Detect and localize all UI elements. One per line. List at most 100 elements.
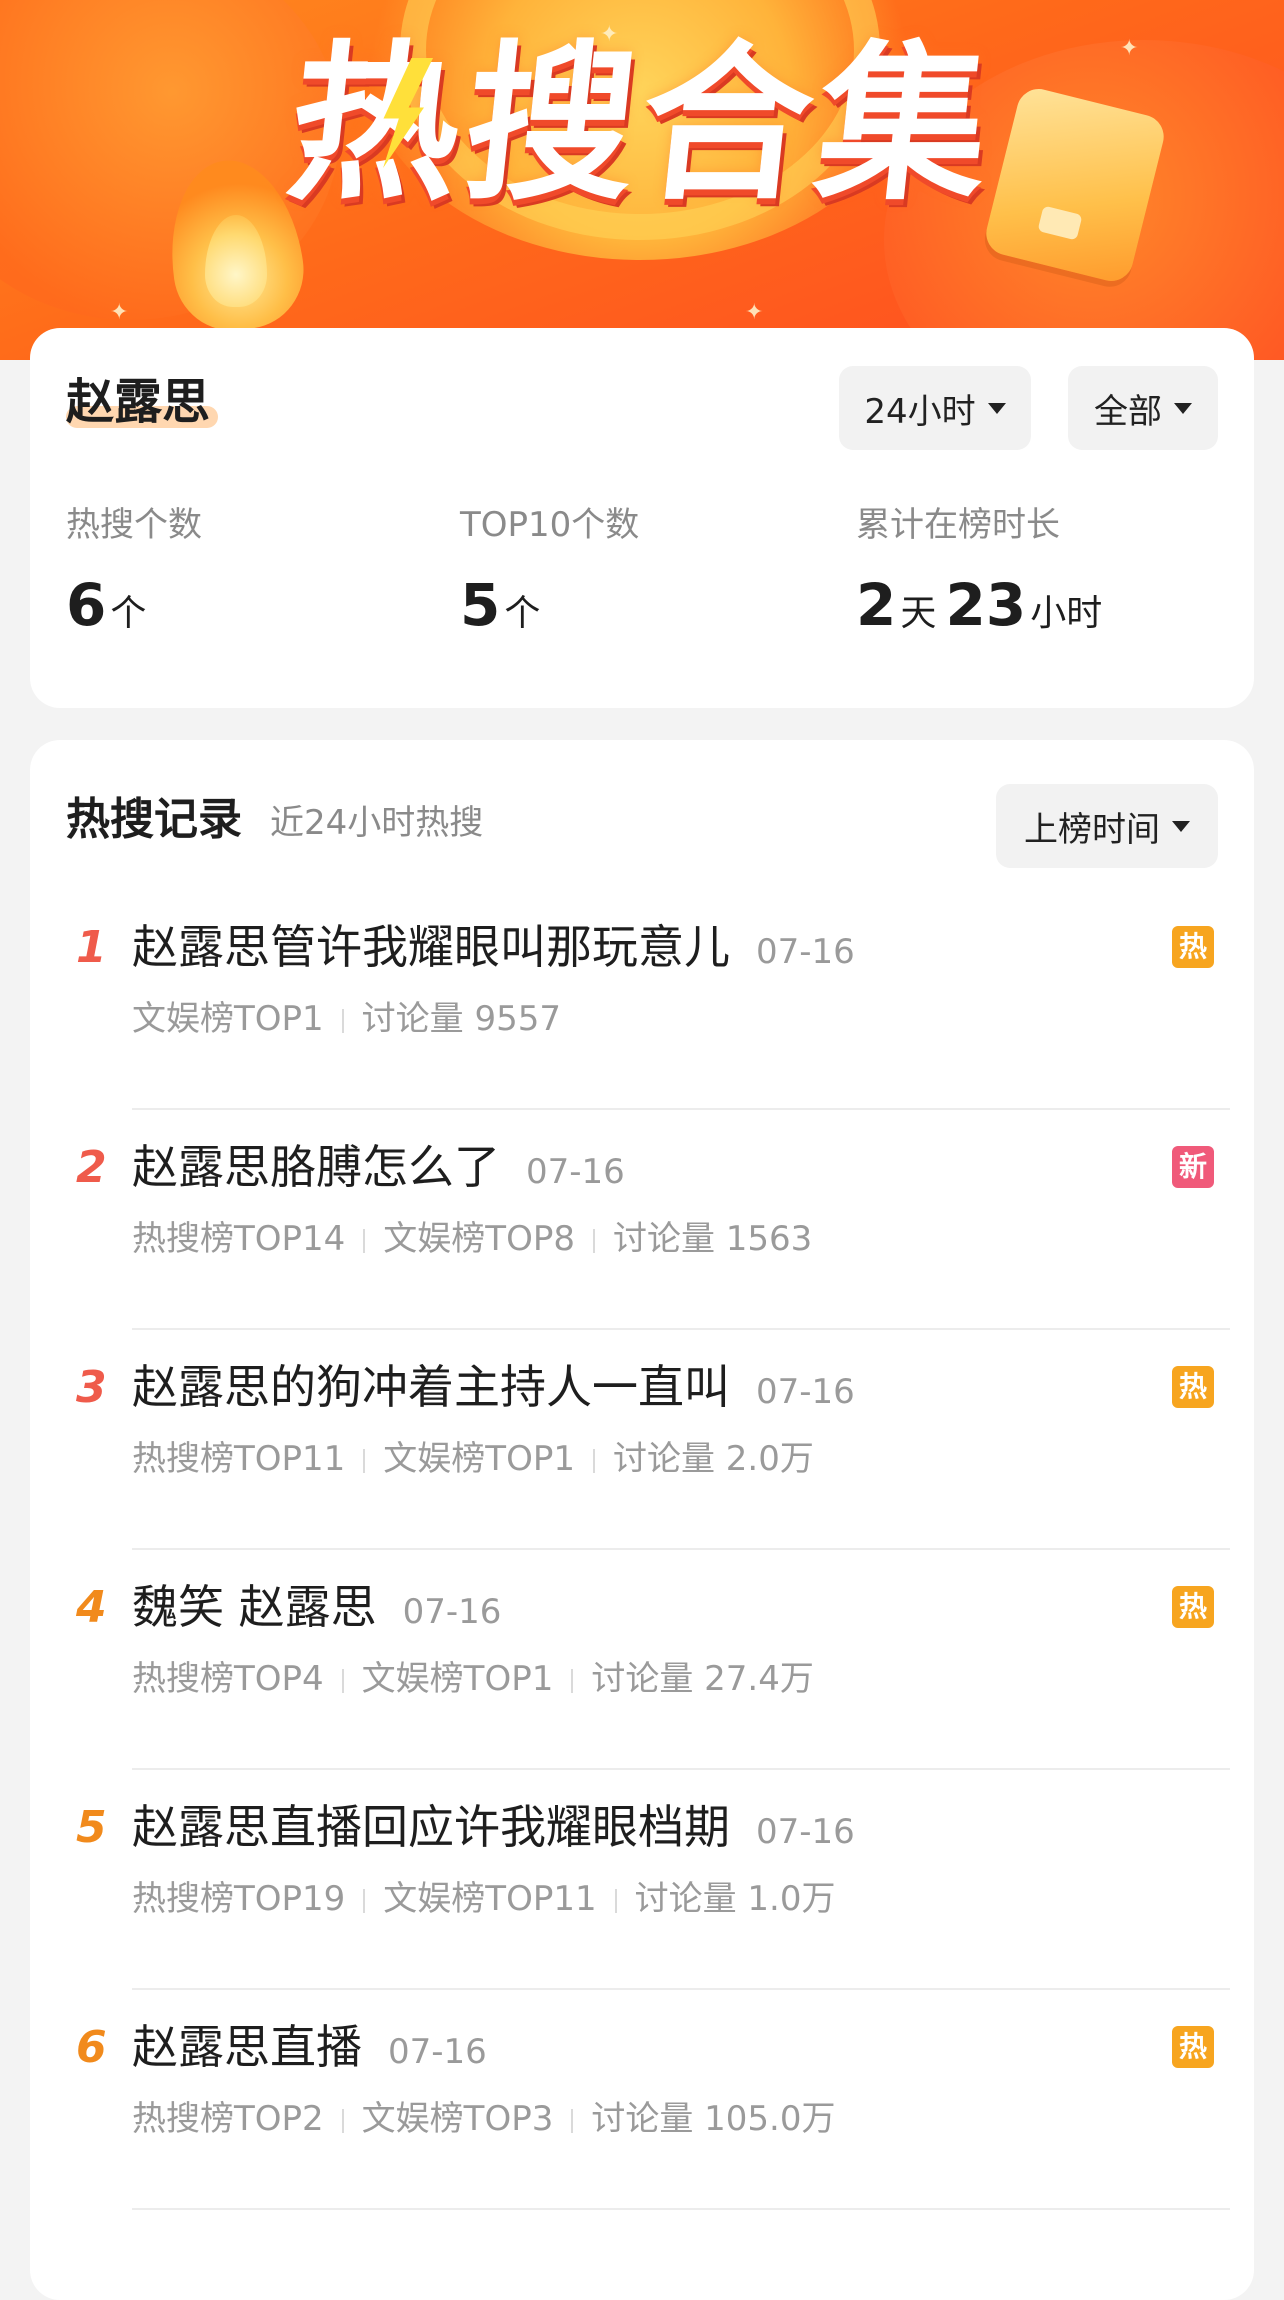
meta-entry: 讨论量 9557 [361,999,562,1039]
time-range-label: 24小时 [864,391,976,432]
hot-search-item[interactable]: 5 赵露思直播回应许我耀眼档期 07-16 热搜榜TOP19 文娱榜TOP11 讨论量 1… [30,1770,1254,1990]
records-title: 热搜记录 [66,794,242,845]
stat-hot-count: 热搜个数 6个 [66,508,202,634]
sparkle-icon: ✦ [110,300,129,325]
sort-label: 上榜时间 [1024,809,1160,850]
meta-separator [592,1228,595,1253]
hot-badge: 热 [1172,926,1214,968]
meta-entry: 讨论量 2.0万 [612,1439,814,1479]
topic-date: 07-16 [388,2032,487,2072]
hot-search-item[interactable]: 6 赵露思直播 07-16 热搜榜TOP2 文娱榜TOP3 讨论量 105.0万 热 [30,1990,1254,2210]
hot-search-item[interactable]: 1 赵露思管许我耀眼叫那玩意儿 07-16 文娱榜TOP1 讨论量 9557 热 [30,890,1254,1110]
stat-unit: 个 [504,593,541,634]
topic-line: 魏笑 赵露思 07-16 [132,1582,501,1633]
stat-label: 累计在榜时长 [856,505,1060,545]
meta-entry: 讨论量 27.4万 [591,1659,814,1699]
meta-separator [341,2108,344,2133]
meta-entry: 热搜榜TOP11 [132,1439,346,1479]
meta-separator [571,2108,574,2133]
stat-days-unit: 天 [900,593,937,634]
topic-meta: 热搜榜TOP11 文娱榜TOP1 讨论量 2.0万 [132,1442,814,1476]
topic-line: 赵露思管许我耀眼叫那玩意儿 07-16 [132,922,855,973]
hot-search-banner: ✦ ✦ ✦ ✦ 热搜合集 [0,0,1284,360]
summary-card: 赵露思 24小时 全部 热搜个数 6个 TOP10个数 5个 累计在榜时长 2天… [30,328,1254,708]
topic-line: 赵露思胳膊怎么了 07-16 [132,1142,625,1193]
meta-entry: 文娱榜TOP1 [383,1439,575,1479]
topic-title[interactable]: 赵露思的狗冲着主持人一直叫 [132,1360,730,1414]
meta-separator [571,1668,574,1693]
topic-title[interactable]: 魏笑 赵露思 [132,1580,377,1634]
meta-entry: 文娱榜TOP11 [383,1879,597,1919]
meta-entry: 文娱榜TOP3 [361,2099,554,2139]
meta-separator [363,1228,366,1253]
person-name: 赵露思 [66,374,211,430]
topic-title[interactable]: 赵露思管许我耀眼叫那玩意儿 [132,920,730,974]
stat-duration: 累计在榜时长 2天 23 小时 [856,508,1106,634]
item-divider [132,2208,1230,2210]
topic-date: 07-16 [756,932,855,972]
stat-hours-unit: 小时 [1030,593,1103,634]
stat-days: 2 [856,571,897,639]
topic-meta: 文娱榜TOP1 讨论量 9557 [132,1002,561,1036]
new-badge: 新 [1172,1146,1214,1188]
records-card: 热搜记录 近24小时热搜 上榜时间 1 赵露思管许我耀眼叫那玩意儿 07-16 文娱榜… [30,740,1254,2300]
meta-entry: 文娱榜TOP1 [132,999,324,1039]
hot-search-item[interactable]: 2 赵露思胳膊怎么了 07-16 热搜榜TOP14 文娱榜TOP8 讨论量 1563 新 [30,1110,1254,1330]
meta-separator [592,1448,595,1473]
records-subtitle: 近24小时热搜 [270,803,484,843]
rank-number: 4 [76,1582,107,1633]
hot-badge: 热 [1172,1366,1214,1408]
hot-badge: 热 [1172,2026,1214,2068]
topic-date: 07-16 [756,1372,855,1412]
topic-meta: 热搜榜TOP19 文娱榜TOP11 讨论量 1.0万 [132,1882,835,1916]
meta-separator [363,1888,366,1913]
caret-down-icon [1174,402,1192,414]
meta-separator [341,1008,344,1033]
topic-line: 赵露思直播 07-16 [132,2022,487,2073]
hot-search-item[interactable]: 3 赵露思的狗冲着主持人一直叫 07-16 热搜榜TOP11 文娱榜TOP1 讨论量 2.… [30,1330,1254,1550]
rank-number: 3 [76,1362,107,1413]
topic-title[interactable]: 赵露思胳膊怎么了 [132,1140,500,1194]
meta-entry: 热搜榜TOP4 [132,1659,324,1699]
stat-unit: 个 [110,593,147,634]
meta-entry: 讨论量 1563 [612,1219,813,1259]
stat-value: 5 [460,571,501,639]
stat-label: 热搜个数 [66,505,202,545]
hot-search-item[interactable]: 4 魏笑 赵露思 07-16 热搜榜TOP4 文娱榜TOP1 讨论量 27.4万 热 [30,1550,1254,1770]
caret-down-icon [1172,820,1190,832]
hot-badge: 热 [1172,1586,1214,1628]
banner-title: 热搜合集 [0,26,1284,224]
topic-line: 赵露思直播回应许我耀眼档期 07-16 [132,1802,855,1853]
meta-entry: 讨论量 105.0万 [591,2099,836,2139]
topic-title[interactable]: 赵露思直播回应许我耀眼档期 [132,1800,730,1854]
rank-number: 1 [76,922,107,973]
stat-label: TOP10个数 [460,505,640,545]
rank-number: 6 [76,2022,107,2073]
sort-dropdown[interactable]: 上榜时间 [996,784,1218,868]
meta-entry: 热搜榜TOP19 [132,1879,346,1919]
stat-value: 6 [66,571,107,639]
topic-meta: 热搜榜TOP4 文娱榜TOP1 讨论量 27.4万 [132,1662,814,1696]
topic-meta: 热搜榜TOP2 文娱榜TOP3 讨论量 105.0万 [132,2102,836,2136]
topic-date: 07-16 [402,1592,502,1632]
meta-separator [363,1448,366,1473]
scope-dropdown[interactable]: 全部 [1068,366,1218,450]
caret-down-icon [987,402,1006,414]
rank-number: 2 [76,1142,107,1193]
banner-title-text: 热搜合集 [279,26,1005,224]
topic-title[interactable]: 赵露思直播 [132,2020,362,2074]
meta-entry: 热搜榜TOP2 [132,2099,324,2139]
meta-separator [614,1888,617,1913]
stat-hours: 23 [945,571,1027,639]
topic-meta: 热搜榜TOP14 文娱榜TOP8 讨论量 1563 [132,1222,812,1256]
rank-number: 5 [76,1802,107,1853]
scope-label: 全部 [1094,391,1162,432]
meta-separator [341,1668,344,1693]
topic-date: 07-16 [756,1812,855,1852]
time-range-dropdown[interactable]: 24小时 [839,366,1031,450]
meta-entry: 热搜榜TOP14 [132,1219,346,1259]
topic-line: 赵露思的狗冲着主持人一直叫 07-16 [132,1362,855,1413]
meta-entry: 讨论量 1.0万 [634,1879,836,1919]
topic-date: 07-16 [526,1152,625,1192]
stat-top10-count: TOP10个数 5个 [460,508,639,634]
